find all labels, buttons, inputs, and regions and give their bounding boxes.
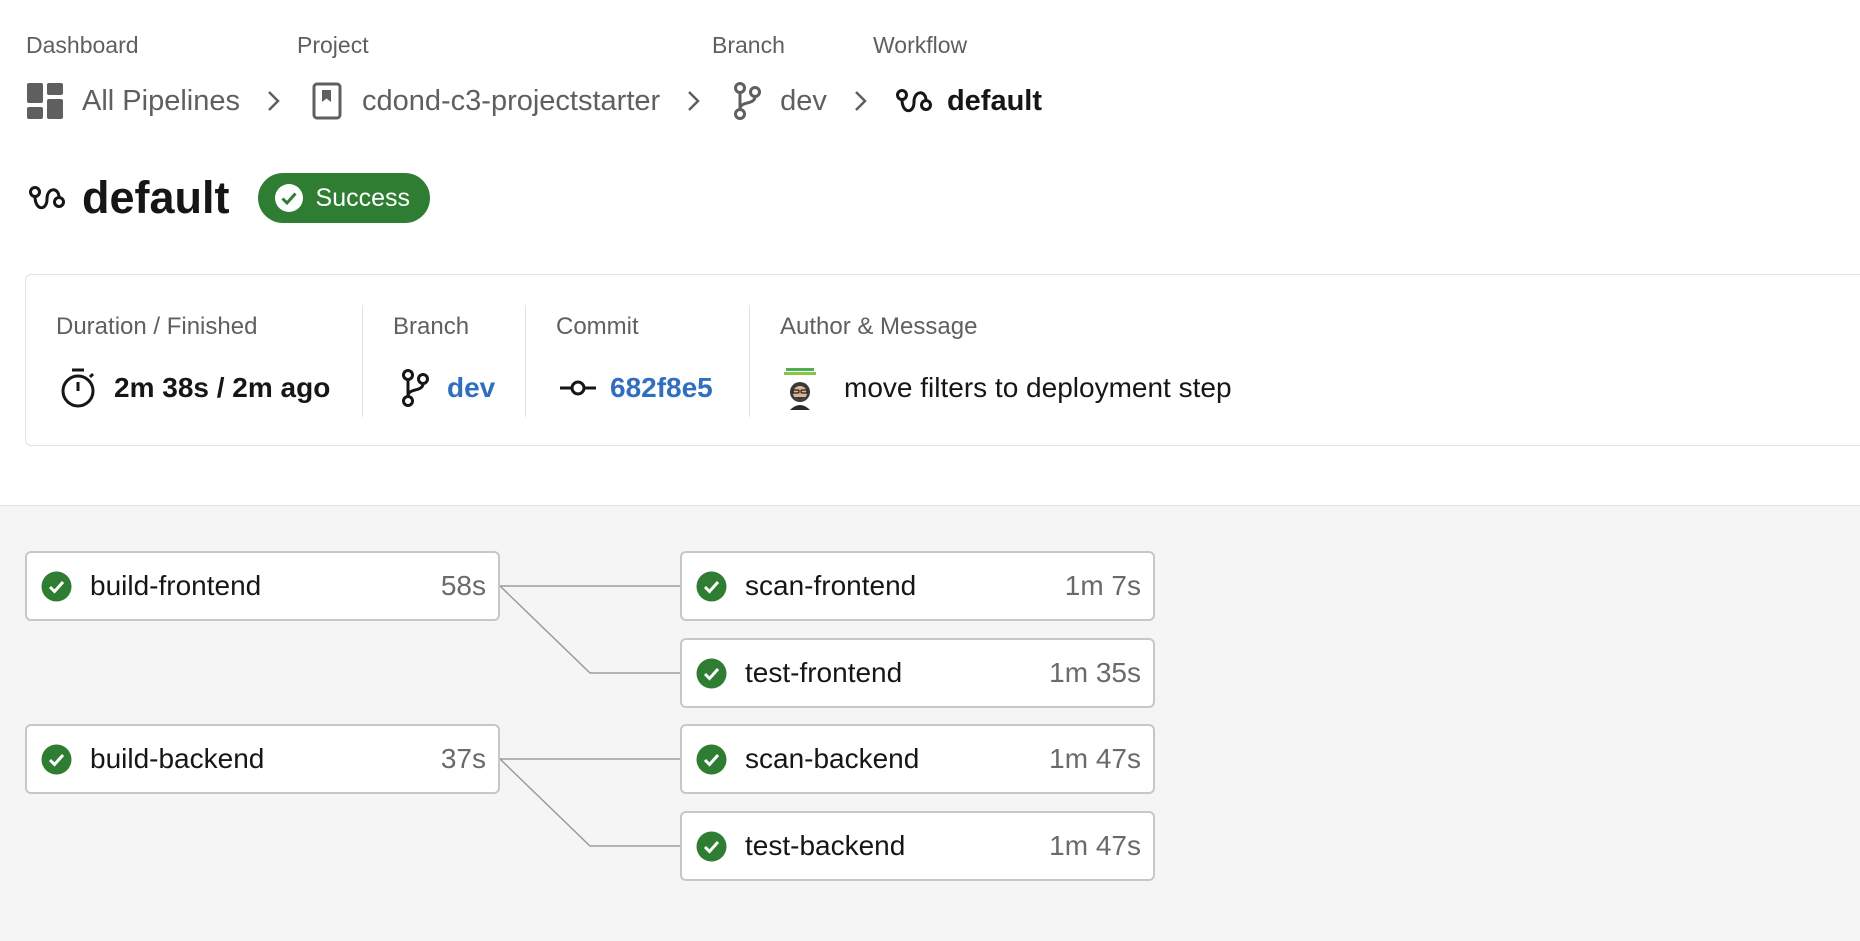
job-duration: 1m 35s	[1049, 657, 1141, 688]
job-build-frontend[interactable]: build-frontend 58s	[25, 551, 500, 621]
job-test-frontend[interactable]: test-frontend 1m 35s	[680, 638, 1155, 708]
check-circle-icon	[696, 571, 727, 602]
job-name: test-backend	[745, 830, 906, 861]
check-circle-icon	[41, 571, 72, 602]
check-circle-icon	[41, 744, 72, 775]
job-name: build-frontend	[90, 570, 262, 601]
job-duration: 1m 7s	[1064, 570, 1141, 601]
job-dependency-edges	[499, 585, 680, 847]
job-name: scan-backend	[745, 743, 920, 774]
job-name: scan-frontend	[745, 570, 917, 601]
job-build-backend[interactable]: build-backend 37s	[25, 724, 500, 794]
job-name: test-frontend	[745, 657, 903, 688]
check-circle-icon	[696, 658, 727, 689]
job-duration: 58s	[440, 570, 486, 601]
job-duration: 37s	[440, 743, 486, 774]
job-name: build-backend	[90, 743, 265, 774]
check-circle-icon	[696, 744, 727, 775]
check-circle-icon	[696, 831, 727, 862]
job-duration: 1m 47s	[1049, 743, 1141, 774]
job-scan-frontend[interactable]: scan-frontend 1m 7s	[680, 551, 1155, 621]
job-duration: 1m 47s	[1049, 830, 1141, 861]
job-test-backend[interactable]: test-backend 1m 47s	[680, 811, 1155, 881]
job-scan-backend[interactable]: scan-backend 1m 47s	[680, 724, 1155, 794]
